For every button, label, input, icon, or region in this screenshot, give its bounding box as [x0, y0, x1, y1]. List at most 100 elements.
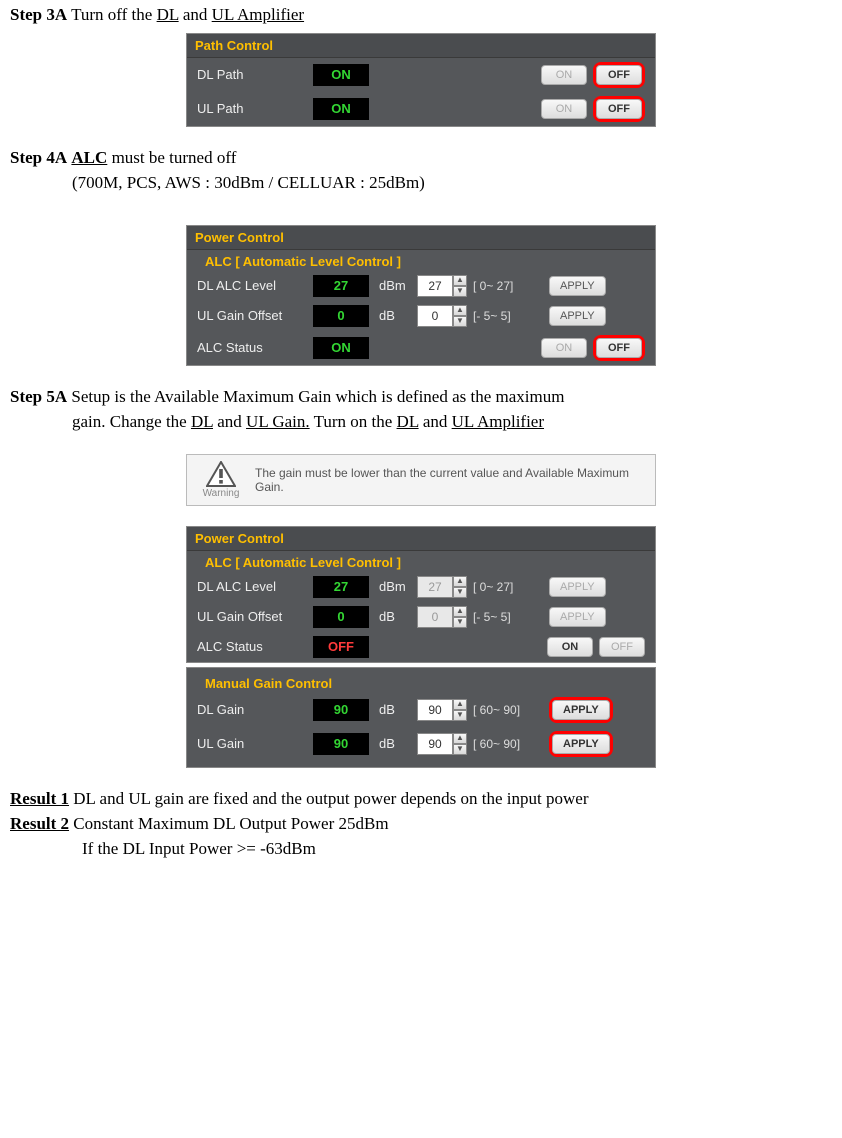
warning-text: The gain must be lower than the current …: [255, 466, 645, 494]
mg-dl-label: DL Gain: [197, 702, 307, 717]
step-5a-text1: Setup is the Available Maximum Gain whic…: [67, 387, 564, 406]
pc2-alcstatus-off-button[interactable]: OFF: [599, 637, 645, 657]
spinner-down-icon[interactable]: ▼: [453, 617, 467, 628]
dl-path-off-highlight: OFF: [593, 62, 645, 88]
mg-ul-label: UL Gain: [197, 736, 307, 751]
mg-ul-input[interactable]: [417, 733, 453, 755]
mg-ul-row: UL Gain 90 dB ▲ ▼ [ 60~ 90] APPLY: [187, 727, 655, 767]
spinner-down-icon[interactable]: ▼: [453, 286, 467, 297]
spinner-down-icon[interactable]: ▼: [453, 316, 467, 327]
result-1-text: DL and UL gain are fixed and the output …: [69, 789, 588, 808]
pc1-alcstatus-off-button[interactable]: OFF: [596, 338, 642, 358]
pc2-alc-level-row: DL ALC Level 27 dBm ▲ ▼ [ 0~ 27] APPLY: [187, 572, 655, 602]
dl-path-label: DL Path: [197, 67, 307, 82]
step-4a-sub: (700M, PCS, AWS : 30dBm / CELLUAR : 25dB…: [72, 172, 832, 195]
step-5a-label: Step 5A: [10, 387, 67, 406]
spinner-up-icon[interactable]: ▲: [453, 305, 467, 316]
path-control-panel: Path Control DL Path ON ON OFF UL Path O…: [186, 33, 656, 127]
pc1-alc-level-label: DL ALC Level: [197, 278, 307, 293]
pc1-alcstatus-on-button[interactable]: ON: [541, 338, 587, 358]
pc2-alc-level-label: DL ALC Level: [197, 579, 307, 594]
pc2-alcstatus-value: OFF: [313, 636, 369, 658]
step-4a: Step 4A ALC must be turned off: [10, 147, 832, 170]
pc1-ulgain-range: [- 5~ 5]: [473, 309, 543, 323]
result-2-label: Result 2: [10, 814, 69, 833]
pc2-alc-level-apply-button[interactable]: APPLY: [549, 577, 606, 597]
mg-ul-apply-button[interactable]: APPLY: [552, 734, 610, 754]
step-4a-text: must be turned off: [107, 148, 236, 167]
step-3a-label: Step 3A: [10, 5, 67, 24]
spinner-up-icon[interactable]: ▲: [453, 576, 467, 587]
step-5a-dl: DL: [191, 412, 213, 431]
step-5a-line1: Step 5A Setup is the Available Maximum G…: [10, 386, 832, 409]
spinner-up-icon[interactable]: ▲: [453, 699, 467, 710]
spinner-up-icon[interactable]: ▲: [453, 733, 467, 744]
pc2-ulgain-range: [- 5~ 5]: [473, 610, 543, 624]
spinner-up-icon[interactable]: ▲: [453, 606, 467, 617]
pc1-ulgain-value: 0: [313, 305, 369, 327]
mg-dl-apply-highlight: APPLY: [549, 697, 613, 723]
pc1-ulgain-label: UL Gain Offset: [197, 308, 307, 323]
mg-dl-spinner: ▲ ▼: [417, 699, 467, 721]
dl-path-value: ON: [313, 64, 369, 86]
step-5a-and2: and: [419, 412, 452, 431]
pc2-alcstatus-row: ALC Status OFF ON OFF: [187, 632, 655, 662]
step-5a-dl2: DL: [397, 412, 419, 431]
pc1-alc-level-apply-button[interactable]: APPLY: [549, 276, 606, 296]
pc2-alcstatus-label: ALC Status: [197, 639, 307, 654]
pc1-alc-level-input[interactable]: [417, 275, 453, 297]
pc1-alc-level-range: [ 0~ 27]: [473, 279, 543, 293]
result-2-line1: Constant Maximum DL Output Power 25dBm: [69, 814, 389, 833]
step-5a-and1: and: [213, 412, 246, 431]
pc1-ulgain-apply-button[interactable]: APPLY: [549, 306, 606, 326]
warning-icon: Warning: [197, 461, 245, 499]
step-3a-ulamp: UL Amplifier: [212, 5, 304, 24]
pc1-alc-level-spinner: ▲ ▼: [417, 275, 467, 297]
mg-dl-input[interactable]: [417, 699, 453, 721]
pc1-alc-level-unit: dBm: [375, 278, 411, 293]
pc2-ulgain-input: [417, 606, 453, 628]
pc2-subtitle: ALC [ Automatic Level Control ]: [187, 551, 655, 572]
pc1-alcstatus-label: ALC Status: [197, 340, 307, 355]
step-4a-label: Step 4A: [10, 148, 67, 167]
dl-path-on-button[interactable]: ON: [541, 65, 587, 85]
pc1-ulgain-unit: dB: [375, 308, 411, 323]
pc2-title: Power Control: [187, 527, 655, 551]
mg-ul-spinner: ▲ ▼: [417, 733, 467, 755]
result-1-label: Result 1: [10, 789, 69, 808]
pc2-ulgain-value: 0: [313, 606, 369, 628]
pc2-alc-level-unit: dBm: [375, 579, 411, 594]
pc2-ulgain-label: UL Gain Offset: [197, 609, 307, 624]
mg-ul-apply-highlight: APPLY: [549, 731, 613, 757]
pc1-alc-level-row: DL ALC Level 27 dBm ▲ ▼ [ 0~ 27] APPLY: [187, 271, 655, 301]
mg-ul-unit: dB: [375, 736, 411, 751]
ul-path-value: ON: [313, 98, 369, 120]
pc2-alcstatus-on-button[interactable]: ON: [547, 637, 593, 657]
pc2-ulgain-apply-button[interactable]: APPLY: [549, 607, 606, 627]
step-5a-text2b: Turn on the: [310, 412, 397, 431]
step-5a-ulamp: UL Amplifier: [452, 412, 544, 431]
spinner-down-icon[interactable]: ▼: [453, 710, 467, 721]
mg-ul-range: [ 60~ 90]: [473, 737, 543, 751]
ul-path-off-button[interactable]: OFF: [596, 99, 642, 119]
step-5a-ulgain: UL Gain.: [246, 412, 310, 431]
mg-title: Manual Gain Control: [187, 668, 655, 693]
ul-path-on-button[interactable]: ON: [541, 99, 587, 119]
ul-path-off-highlight: OFF: [593, 96, 645, 122]
spinner-up-icon[interactable]: ▲: [453, 275, 467, 286]
step-4a-alc: ALC: [71, 148, 107, 167]
pc1-ulgain-input[interactable]: [417, 305, 453, 327]
result-2: Result 2 Constant Maximum DL Output Powe…: [10, 813, 832, 836]
mg-dl-apply-button[interactable]: APPLY: [552, 700, 610, 720]
step-5a-line2: gain. Change the DL and UL Gain. Turn on…: [72, 411, 832, 434]
pc1-alcstatus-row: ALC Status ON ON OFF: [187, 331, 655, 365]
spinner-down-icon[interactable]: ▼: [453, 587, 467, 598]
mg-dl-unit: dB: [375, 702, 411, 717]
spinner-down-icon[interactable]: ▼: [453, 744, 467, 755]
path-control-title: Path Control: [187, 34, 655, 58]
pc2-ulgain-row: UL Gain Offset 0 dB ▲ ▼ [- 5~ 5] APPLY: [187, 602, 655, 632]
warning-label: Warning: [203, 488, 240, 499]
dl-path-off-button[interactable]: OFF: [596, 65, 642, 85]
pc1-alcstatus-value: ON: [313, 337, 369, 359]
pc2-alc-level-input: [417, 576, 453, 598]
